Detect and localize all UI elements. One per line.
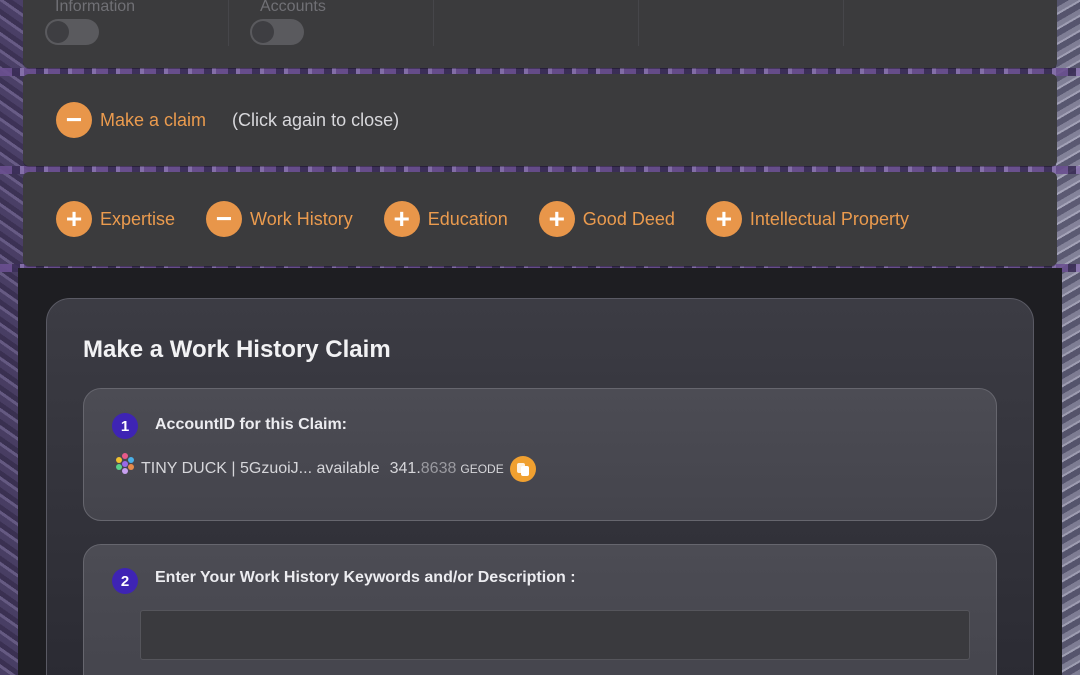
- plus-icon[interactable]: +: [538, 201, 575, 237]
- step-label: AccountID for this Claim:: [155, 416, 348, 433]
- category-intellectual-property[interactable]: + Intellectual Property: [705, 201, 909, 237]
- accounts-toggle[interactable]: [250, 19, 304, 45]
- toggle-label-accounts: Accounts: [260, 0, 326, 15]
- account-selector[interactable]: TINY DUCK | 5GzuoiJ... available 341. 86…: [114, 453, 536, 482]
- toggle-cell-empty: [843, 0, 1048, 46]
- form-title: Make a Work History Claim: [83, 336, 391, 363]
- account-name: TINY DUCK | 5GzuoiJ... available: [141, 460, 380, 477]
- keywords-input[interactable]: [140, 610, 970, 660]
- category-work-history[interactable]: − Work History: [206, 201, 353, 237]
- toggle-cell-information: Information: [23, 0, 229, 46]
- step-number-badge: 1: [112, 413, 138, 439]
- minus-icon[interactable]: −: [56, 102, 92, 138]
- category-label[interactable]: Education: [428, 209, 508, 230]
- toggle-cell-empty: [638, 0, 844, 46]
- close-hint: (Click again to close): [232, 109, 400, 130]
- minus-icon[interactable]: −: [206, 201, 243, 237]
- category-good-deed[interactable]: + Good Deed: [538, 201, 675, 237]
- step-number-badge: 2: [112, 568, 138, 594]
- copy-icon[interactable]: [509, 456, 536, 482]
- step-account-id: 1 AccountID for this Claim: TINY DUCK | …: [83, 388, 997, 521]
- category-education[interactable]: + Education: [383, 201, 508, 237]
- make-claim-toggle[interactable]: − Make a claim (Click again to close): [56, 102, 399, 138]
- information-toggle[interactable]: [45, 19, 99, 45]
- step-keywords: 2 Enter Your Work History Keywords and/o…: [83, 544, 997, 675]
- claim-category-panel: + Expertise − Work History + Education +…: [23, 172, 1057, 266]
- make-claim-panel: − Make a claim (Click again to close): [23, 74, 1057, 166]
- toggle-cell-accounts: Accounts: [228, 0, 434, 46]
- toggle-panel: Information Accounts: [23, 0, 1057, 68]
- balance-unit: GEODE: [460, 462, 504, 476]
- category-label[interactable]: Good Deed: [583, 209, 675, 230]
- copy-sheet-front: [520, 466, 529, 476]
- make-claim-label[interactable]: Make a claim: [100, 110, 206, 131]
- balance-decimal: 8638: [420, 460, 457, 477]
- toggle-knob: [252, 21, 274, 43]
- account-avatar-icon: [114, 453, 136, 475]
- step-label: Enter Your Work History Keywords and/or …: [155, 569, 576, 586]
- toggle-label-information: Information: [55, 0, 136, 15]
- category-label[interactable]: Work History: [250, 209, 353, 230]
- category-row: + Expertise − Work History + Education +…: [56, 201, 909, 237]
- plus-icon[interactable]: +: [705, 201, 742, 237]
- category-expertise[interactable]: + Expertise: [56, 201, 175, 237]
- balance-integer: 341.: [389, 460, 421, 477]
- category-label[interactable]: Expertise: [100, 209, 175, 230]
- plus-icon[interactable]: +: [383, 201, 420, 237]
- plus-icon[interactable]: +: [56, 201, 92, 237]
- toggle-knob: [47, 21, 69, 43]
- category-label[interactable]: Intellectual Property: [750, 209, 909, 230]
- toggle-cell-empty: [433, 0, 639, 46]
